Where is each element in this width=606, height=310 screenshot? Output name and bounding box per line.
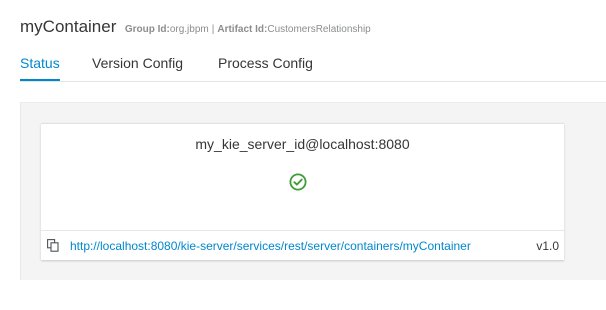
tab-bar: Status Version Config Process Config [20, 48, 606, 82]
status-panel: my_kie_server_id@localhost:8080 http://l… [20, 102, 606, 280]
meta-separator: | [211, 24, 215, 35]
check-circle-icon [289, 173, 307, 191]
artifact-id-value: CustomersRelationship [267, 24, 371, 35]
tab-status[interactable]: Status [20, 55, 60, 81]
artifact-id-label: Artifact Id: [217, 24, 268, 35]
container-version: v1.0 [536, 239, 559, 253]
page-header: myContainer Group Id:org.jbpm | Artifact I… [20, 17, 371, 37]
copy-icon[interactable] [47, 239, 59, 252]
group-id-value: org.jbpm [169, 24, 209, 35]
server-card: my_kie_server_id@localhost:8080 http://l… [41, 123, 564, 260]
group-id-label: Group Id: [124, 24, 170, 35]
server-id: my_kie_server_id@localhost:8080 [195, 136, 410, 152]
tab-process-config[interactable]: Process Config [218, 55, 313, 79]
card-footer: http://localhost:8080/kie-server/service… [41, 230, 564, 260]
container-url-link[interactable]: http://localhost:8080/kie-server/service… [70, 239, 471, 253]
tab-version-config[interactable]: Version Config [92, 55, 183, 79]
container-meta: Group Id:org.jbpm | Artifact Id:CustomersR… [125, 24, 371, 35]
page-title: myContainer [20, 17, 117, 36]
